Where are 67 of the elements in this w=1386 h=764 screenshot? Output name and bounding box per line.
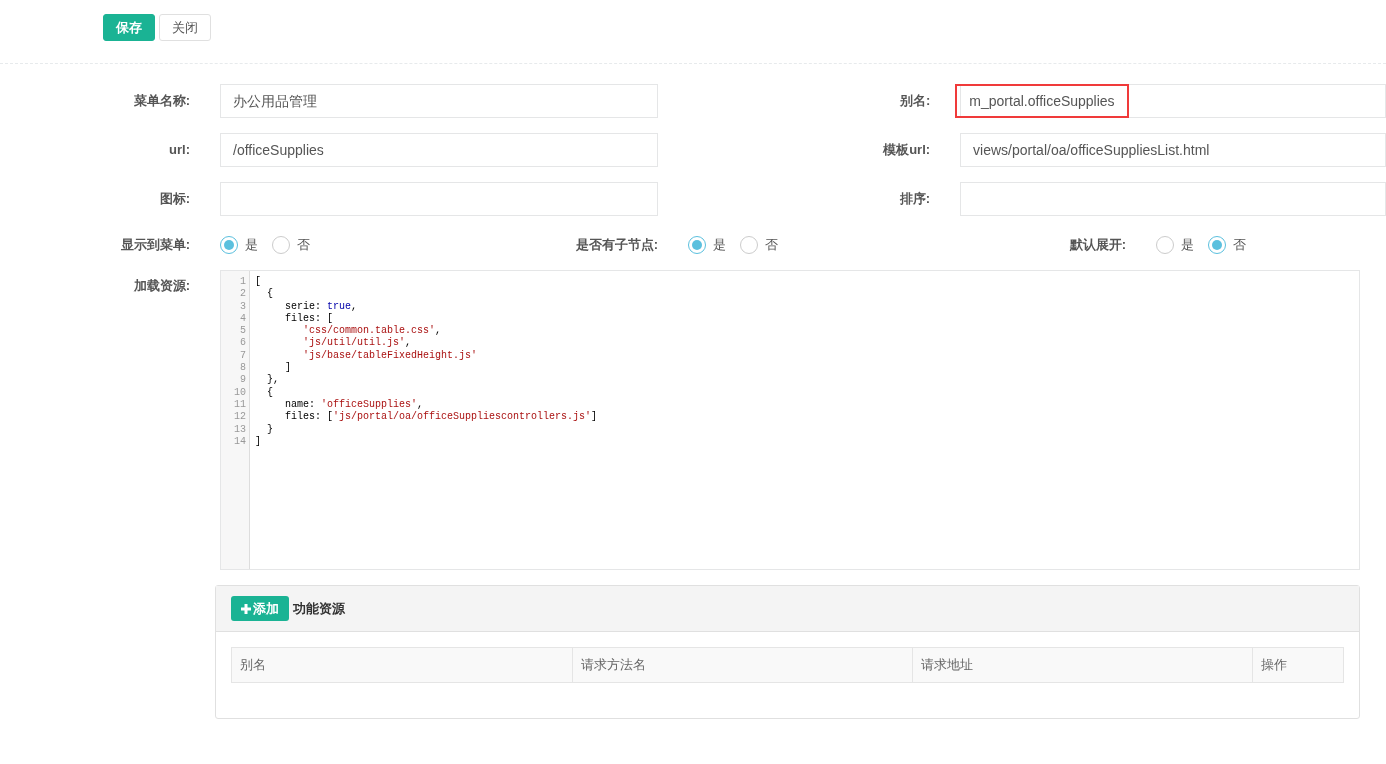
radio-button[interactable]	[272, 236, 290, 254]
code-line: 'js/base/tableFixedHeight.js'	[302, 349, 479, 363]
line-number: 4	[239, 312, 246, 326]
code-line: ]	[255, 435, 262, 449]
code-line: files: ['js/portal/oa/officeSuppliescontrollers.js']	[284, 411, 598, 424]
code-line: ]	[284, 362, 292, 375]
radio-option[interactable]: 否	[740, 235, 778, 255]
text-field[interactable]	[220, 182, 658, 216]
field-value: views/portal/oa/officeSuppliesList.html	[973, 140, 1210, 160]
column-header: 别名	[239, 656, 267, 675]
column-header: 操作	[1252, 648, 1344, 682]
code-line: {	[266, 288, 274, 301]
line-number: 1	[239, 276, 246, 289]
field-value: 办公用品管理	[233, 91, 317, 111]
radio-button[interactable]	[740, 236, 758, 254]
text-field[interactable]: views/portal/oa/officeSuppliesList.html	[960, 133, 1386, 167]
line-number: 7	[239, 349, 246, 363]
line-number: 13	[233, 423, 246, 436]
field-label: 菜单名称:	[132, 92, 190, 111]
field-label: 图标:	[158, 190, 190, 209]
field-label: url:	[168, 141, 190, 160]
line-number: 14	[233, 435, 246, 449]
code-line: files: [	[284, 312, 334, 325]
plus-icon	[241, 603, 251, 614]
code-line: name: 'officeSupplies',	[284, 398, 425, 411]
line-number: 11	[233, 398, 246, 412]
field-label: 加载资源:	[132, 277, 190, 295]
line-number: 10	[233, 386, 246, 399]
line-number: 3	[239, 300, 246, 313]
close-button[interactable]: 关闭	[159, 14, 211, 41]
code-line: 'js/util/util.js',	[302, 337, 413, 350]
radio-group-label: 默认展开:	[1068, 236, 1126, 255]
radio-group-label: 是否有子节点:	[574, 236, 658, 255]
radio-option[interactable]: 是	[220, 235, 258, 255]
field-label: 模板url:	[881, 141, 931, 160]
column-header: 请求方法名	[572, 648, 912, 682]
line-number: 9	[239, 374, 246, 387]
code-line: serie: true,	[284, 300, 359, 313]
code-line: 'css/common.table.css',	[302, 325, 443, 337]
code-line: {	[266, 386, 274, 399]
line-number: 8	[239, 362, 246, 375]
text-field[interactable]: 办公用品管理	[220, 84, 658, 118]
code-line: }	[266, 423, 274, 436]
text-field[interactable]: /officeSupplies	[220, 133, 658, 167]
field-value: /officeSupplies	[233, 140, 324, 160]
text-field[interactable]	[960, 182, 1386, 216]
radio-button[interactable]	[688, 236, 706, 254]
code-line: [	[255, 276, 262, 289]
line-number: 2	[239, 288, 246, 301]
radio-option[interactable]: 否	[272, 235, 310, 255]
line-number: 12	[233, 411, 246, 424]
line-number: 5	[239, 325, 246, 338]
radio-option[interactable]: 否	[1208, 235, 1246, 255]
radio-button[interactable]	[1208, 236, 1226, 254]
panel-title: 功能资源	[293, 599, 345, 618]
code-line: },	[266, 374, 280, 387]
column-header: 请求地址	[912, 648, 1252, 682]
radio-option[interactable]: 是	[1156, 235, 1194, 255]
radio-button[interactable]	[1156, 236, 1174, 254]
radio-option[interactable]: 是	[688, 235, 726, 255]
field-label: 别名:	[899, 92, 931, 111]
field-value: m_portal.officeSupplies	[969, 91, 1115, 111]
radio-group-label: 显示到菜单:	[119, 236, 190, 255]
field-label: 排序:	[898, 190, 931, 209]
line-number: 6	[239, 337, 246, 350]
code-editor[interactable]	[220, 270, 1360, 570]
radio-button[interactable]	[220, 236, 238, 254]
